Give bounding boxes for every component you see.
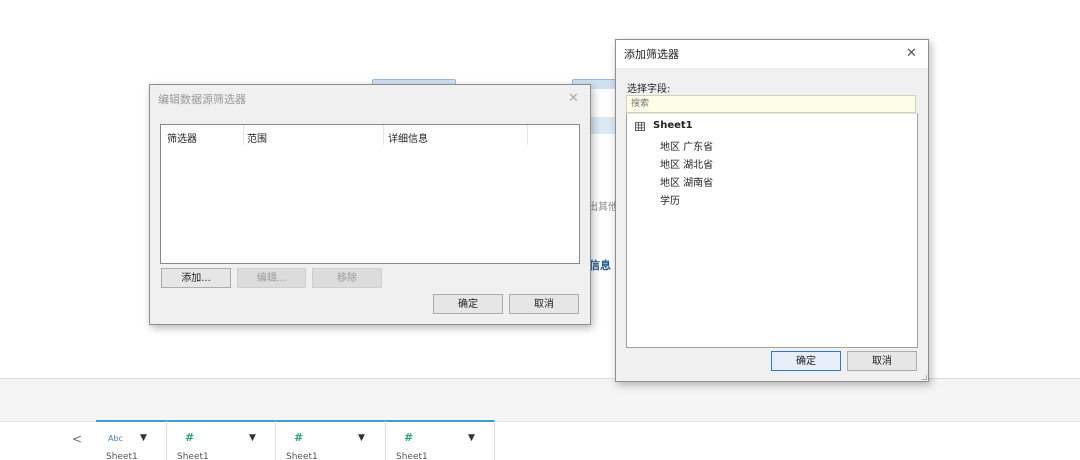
column-header-scope[interactable]: 范围: [247, 130, 267, 145]
field-column[interactable]: Abc ▼ Sheet1: [96, 420, 167, 460]
scroll-left-button[interactable]: <: [72, 432, 82, 446]
cancel-button[interactable]: 取消: [509, 294, 579, 314]
add-filter-button[interactable]: 添加...: [161, 268, 231, 288]
dialog-title: 添加筛选器: [624, 48, 679, 61]
chevron-down-icon[interactable]: ▼: [468, 433, 475, 443]
column-header-details[interactable]: 详细信息: [388, 130, 428, 145]
shelf-band: [0, 378, 1080, 422]
field-name: Sheet1: [177, 452, 209, 460]
field-column[interactable]: # ▼ Sheet1: [386, 420, 495, 460]
chevron-down-icon[interactable]: ▼: [358, 433, 365, 443]
background-text: 出其他: [588, 202, 618, 213]
dialog-title: 编辑数据源筛选器: [158, 93, 246, 106]
add-filter-dialog: 添加筛选器 ✕ 选择字段: Sheet1 地区 广东省 地区 湖北省 地区 湖南…: [615, 39, 929, 382]
ok-button[interactable]: 确定: [771, 351, 841, 371]
background-heading: 信息: [589, 259, 611, 272]
edit-filter-button[interactable]: 编辑...: [237, 268, 306, 288]
cancel-button[interactable]: 取消: [847, 351, 917, 371]
tree-item-field[interactable]: 学历: [660, 192, 680, 207]
field-name: Sheet1: [106, 452, 138, 460]
search-input[interactable]: [626, 95, 916, 113]
tree-root-sheet1[interactable]: Sheet1: [653, 120, 693, 131]
resize-grip[interactable]: [922, 375, 927, 380]
field-tree: Sheet1 地区 广东省 地区 湖北省 地区 湖南省 学历: [626, 113, 918, 348]
tree-item-field[interactable]: 地区 湖北省: [660, 156, 713, 171]
filters-table: 筛选器 范围 详细信息: [160, 124, 580, 264]
abc-icon: Abc: [108, 434, 123, 443]
ok-button[interactable]: 确定: [433, 294, 503, 314]
close-icon[interactable]: ✕: [906, 46, 917, 61]
number-icon: #: [404, 431, 414, 444]
chevron-down-icon[interactable]: ▼: [140, 433, 147, 443]
edit-datasource-filters-dialog: 编辑数据源筛选器 ✕ 筛选器 范围 详细信息 添加... 编辑... 移除 确定…: [149, 84, 591, 325]
column-divider: [243, 125, 244, 145]
column-divider: [383, 125, 384, 145]
background-panel: [589, 117, 615, 134]
tree-item-field[interactable]: 地区 湖南省: [660, 174, 713, 189]
remove-filter-button[interactable]: 移除: [312, 268, 382, 288]
number-icon: #: [294, 431, 304, 444]
column-header-filter[interactable]: 筛选器: [167, 130, 197, 145]
close-icon[interactable]: ✕: [568, 91, 579, 106]
field-name: Sheet1: [286, 452, 318, 460]
number-icon: #: [185, 431, 195, 444]
field-column[interactable]: # ▼ Sheet1: [167, 420, 276, 460]
field-column[interactable]: # ▼ Sheet1: [276, 420, 386, 460]
chevron-down-icon[interactable]: ▼: [249, 433, 256, 443]
tree-item-field[interactable]: 地区 广东省: [660, 138, 713, 153]
dialog-titlebar: 添加筛选器 ✕: [616, 40, 928, 68]
table-icon: [635, 122, 645, 131]
column-divider: [527, 125, 528, 145]
select-field-label: 选择字段:: [627, 84, 671, 95]
field-name: Sheet1: [396, 452, 428, 460]
